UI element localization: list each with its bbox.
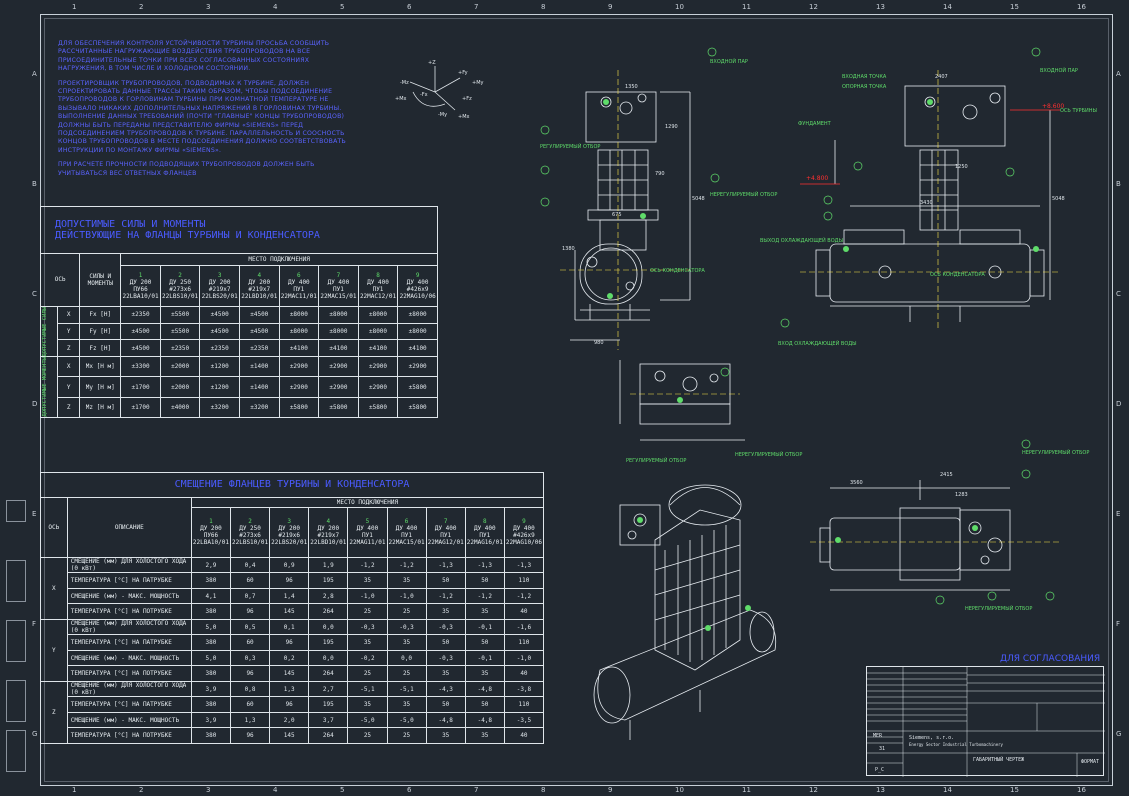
callout-condenser-axis: ОСЬ КОНДЕНСАТОРА (650, 268, 705, 274)
elevation-mark-left: +4.800 (806, 175, 828, 182)
callout-regulated-extraction: РЕГУЛИРУЕМЫЙ ОТБОР (540, 143, 600, 150)
dim-5048-left: 5048 (692, 196, 705, 202)
callout-condenser-axis-right: ОСЬ КОНДЕНСАТОРА (930, 272, 985, 278)
title-scale: ФОРМАТ (1081, 759, 1100, 765)
dim-3430: 3430 (920, 200, 933, 206)
isometric-view (593, 484, 777, 740)
axis-label: -Mz (400, 80, 409, 86)
callout-foundation: ФУНДАМЕНТ (798, 121, 832, 127)
approval-title: ДЛЯ СОГЛАСОВАНИЯ (1000, 654, 1101, 664)
axis-symbol (409, 66, 461, 111)
callout-unregulated-extraction-mid: НЕРЕГУЛИРУЕМЫЙ ОТБОР (735, 451, 802, 458)
title-doc-type: ГАБАРИТНЫЙ ЧЕРТЕЖ (973, 757, 1025, 763)
dim-1283: 1283 (955, 492, 968, 498)
elevation-view-front (560, 70, 691, 350)
title-subtitle: Energy Sector Industrial Turbomachinery (909, 742, 1003, 747)
dim-5048-right: 5048 (1052, 196, 1065, 202)
callout-inlet-steam: ВХОДНОЙ ПАР (710, 58, 748, 65)
axis-label: +Z (428, 60, 436, 66)
callout-cooling-water-in: ВХОД ОХЛАЖДАЮЩЕЙ ВОДЫ (778, 340, 857, 347)
callout-turbine-axis: ОСЬ ТУРБИНЫ (1060, 108, 1097, 114)
dim-1350: 1350 (625, 84, 638, 90)
axis-label: +My (472, 80, 484, 86)
plan-view (810, 480, 1060, 591)
axis-label: +Mx (458, 114, 470, 120)
dim-790: 790 (655, 171, 665, 177)
callout-unregulated-extraction-right: НЕРЕГУЛИРУЕМЫЙ ОТБОР (1022, 449, 1089, 456)
dim-1290: 1290 (665, 124, 678, 130)
dim-1380: 1380 (562, 246, 575, 252)
dim-2415: 2415 (940, 472, 953, 478)
axis-label: +Mx (395, 96, 407, 102)
title-company: Siemens, s.r.o. (909, 735, 955, 741)
title-block: MER 31 Siemens, s.r.o. Energy Sector Ind… (866, 666, 1105, 777)
axis-label: -My (438, 112, 447, 118)
dim-675: 675 (612, 212, 622, 218)
dim-980: 980 (594, 340, 604, 346)
title-format: P_C (875, 767, 885, 773)
axis-label: +Fz (462, 96, 472, 102)
callout-unregulated-extraction-bottom: НЕРЕГУЛИРУЕМЫЙ ОТБОР (965, 605, 1032, 612)
callout-regulated-extraction-mid: РЕГУЛИРУЕМЫЙ ОТБОР (626, 457, 686, 464)
callout-cooling-water-out: ВЫХОД ОХЛАЖДАЮЩЕЙ ВОДЫ (760, 237, 843, 244)
title-sheet: 31 (879, 746, 886, 752)
axis-label: +Fy (458, 70, 468, 76)
callout-inlet-steam-right: ВХОДНОЙ ПАР (1040, 67, 1078, 74)
dim-1250: 1250 (955, 164, 968, 170)
dim-3560: 3560 (850, 480, 863, 486)
dim-2407: 2407 (935, 74, 948, 80)
title-mer: MER (873, 733, 883, 739)
callout-unregulated-extraction: НЕРЕГУЛИРУЕМЫЙ ОТБОР (710, 191, 777, 198)
callout-inlet-point: ВХОДНАЯ ТОЧКА (842, 74, 887, 80)
axis-label: -Fx (420, 92, 428, 98)
callout-support-point: ОПОРНАЯ ТОЧКА (842, 84, 887, 90)
